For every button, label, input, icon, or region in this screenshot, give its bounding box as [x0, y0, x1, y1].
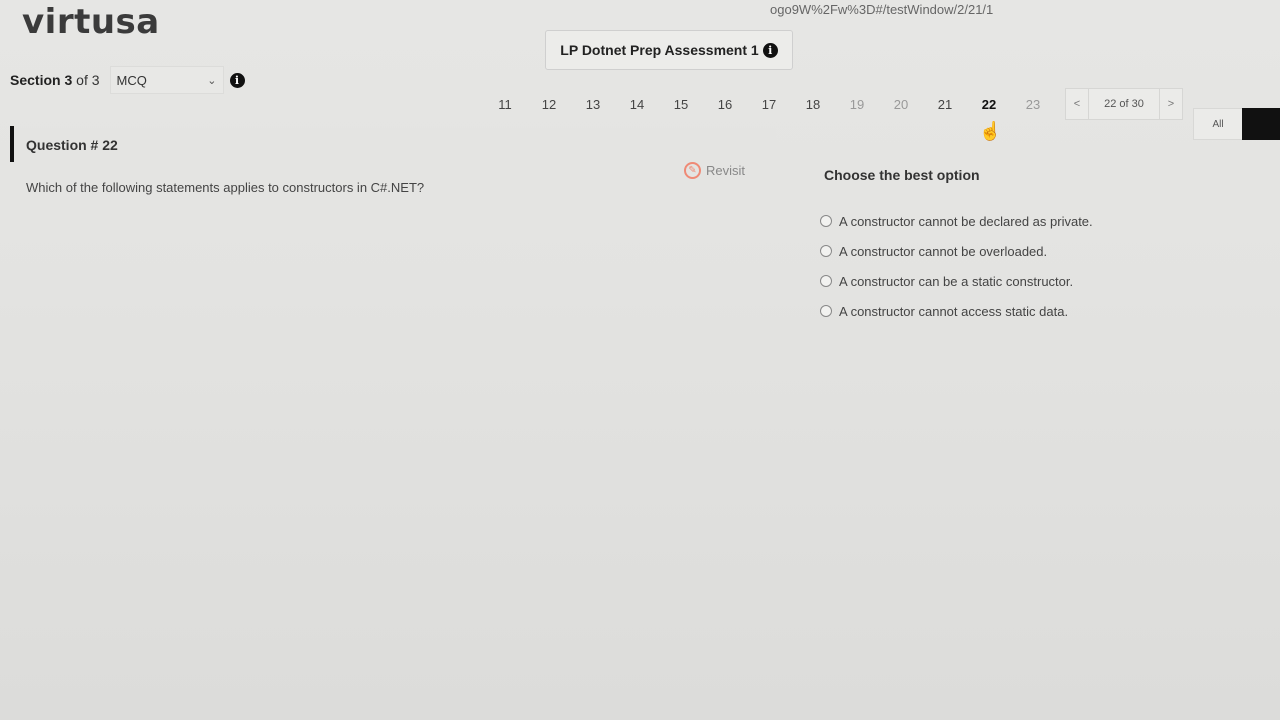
revisit-pencil-icon: ✎ [684, 161, 701, 179]
info-icon[interactable]: i [762, 42, 778, 58]
section-label: Section 3 of 3 [10, 72, 100, 88]
question-number-14[interactable]: 14 [615, 97, 659, 112]
section-dropdown[interactable]: MCQ ⌄ [109, 66, 224, 94]
question-number-13[interactable]: 13 [571, 97, 615, 112]
prev-question-button[interactable]: < [1066, 98, 1088, 110]
question-number-17[interactable]: 17 [747, 97, 791, 112]
option-2[interactable]: A constructor cannot be overloaded. [820, 236, 1093, 266]
hand-cursor-icon: ☝ [979, 121, 1002, 141]
question-number-21[interactable]: 21 [923, 97, 967, 112]
option-1[interactable]: A constructor cannot be declared as priv… [820, 206, 1093, 236]
question-header [14, 128, 776, 182]
option-text: A constructor can be a static constructo… [839, 273, 1074, 289]
question-number-12[interactable]: 12 [527, 97, 571, 112]
option-4[interactable]: A constructor cannot access static data. [820, 296, 1093, 326]
radio-button[interactable] [820, 275, 832, 287]
question-number-19[interactable]: 19 [835, 97, 879, 112]
revisit-label: Revisit [706, 162, 746, 178]
question-pager: < 22 of 30 > [1065, 88, 1183, 120]
chevron-down-icon: ⌄ [207, 74, 217, 87]
options-header: Choose the best option [812, 158, 1280, 192]
option-text: A constructor cannot be overloaded. [839, 243, 1048, 259]
option-3[interactable]: A constructor can be a static constructo… [820, 266, 1093, 296]
question-number-16[interactable]: 16 [703, 97, 747, 112]
options-list: A constructor cannot be declared as priv… [820, 206, 1093, 326]
question-label: Question # 22 [26, 137, 118, 153]
question-navigator: 11 12 13 14 15 16 17 18 19 20 21 22 23 <… [483, 88, 1183, 120]
question-number-22[interactable]: 22 [967, 97, 1011, 112]
radio-button[interactable] [820, 245, 832, 257]
virtusa-logo: virtusa [22, 2, 160, 42]
next-question-button[interactable]: > [1160, 98, 1182, 110]
question-number-15[interactable]: 15 [659, 97, 703, 112]
question-active-bar [10, 126, 14, 162]
question-text: Which of the following statements applie… [26, 180, 425, 195]
url-bar-text: ogo9W%2Fw%3D#/testWindow/2/21/1 [770, 2, 994, 17]
question-number-23[interactable]: 23 [1011, 97, 1055, 112]
section-info-icon[interactable]: i [229, 72, 245, 88]
side-panel-toggle[interactable] [1242, 108, 1280, 140]
section-current: 3 [64, 72, 73, 88]
question-number-18[interactable]: 18 [791, 97, 835, 112]
section-dropdown-value: MCQ [116, 72, 147, 88]
question-position: 22 of 30 [1088, 89, 1160, 119]
test-title-text: LP Dotnet Prep Assessment 1 [560, 42, 759, 58]
question-number-20[interactable]: 20 [879, 97, 923, 112]
all-questions-button[interactable]: All [1193, 108, 1243, 140]
radio-button[interactable] [820, 215, 832, 227]
radio-button[interactable] [820, 305, 832, 317]
section-selector-row: Section 3 of 3 MCQ ⌄ i [10, 66, 245, 94]
revisit-button[interactable]: ✎ Revisit [684, 158, 776, 182]
section-total: of 3 [76, 72, 100, 88]
option-text: A constructor cannot be declared as priv… [839, 213, 1093, 229]
question-number-11[interactable]: 11 [483, 97, 527, 112]
option-text: A constructor cannot access static data. [839, 303, 1069, 319]
section-prefix: Section [10, 72, 61, 88]
test-title: LP Dotnet Prep Assessment 1 i [545, 30, 793, 70]
